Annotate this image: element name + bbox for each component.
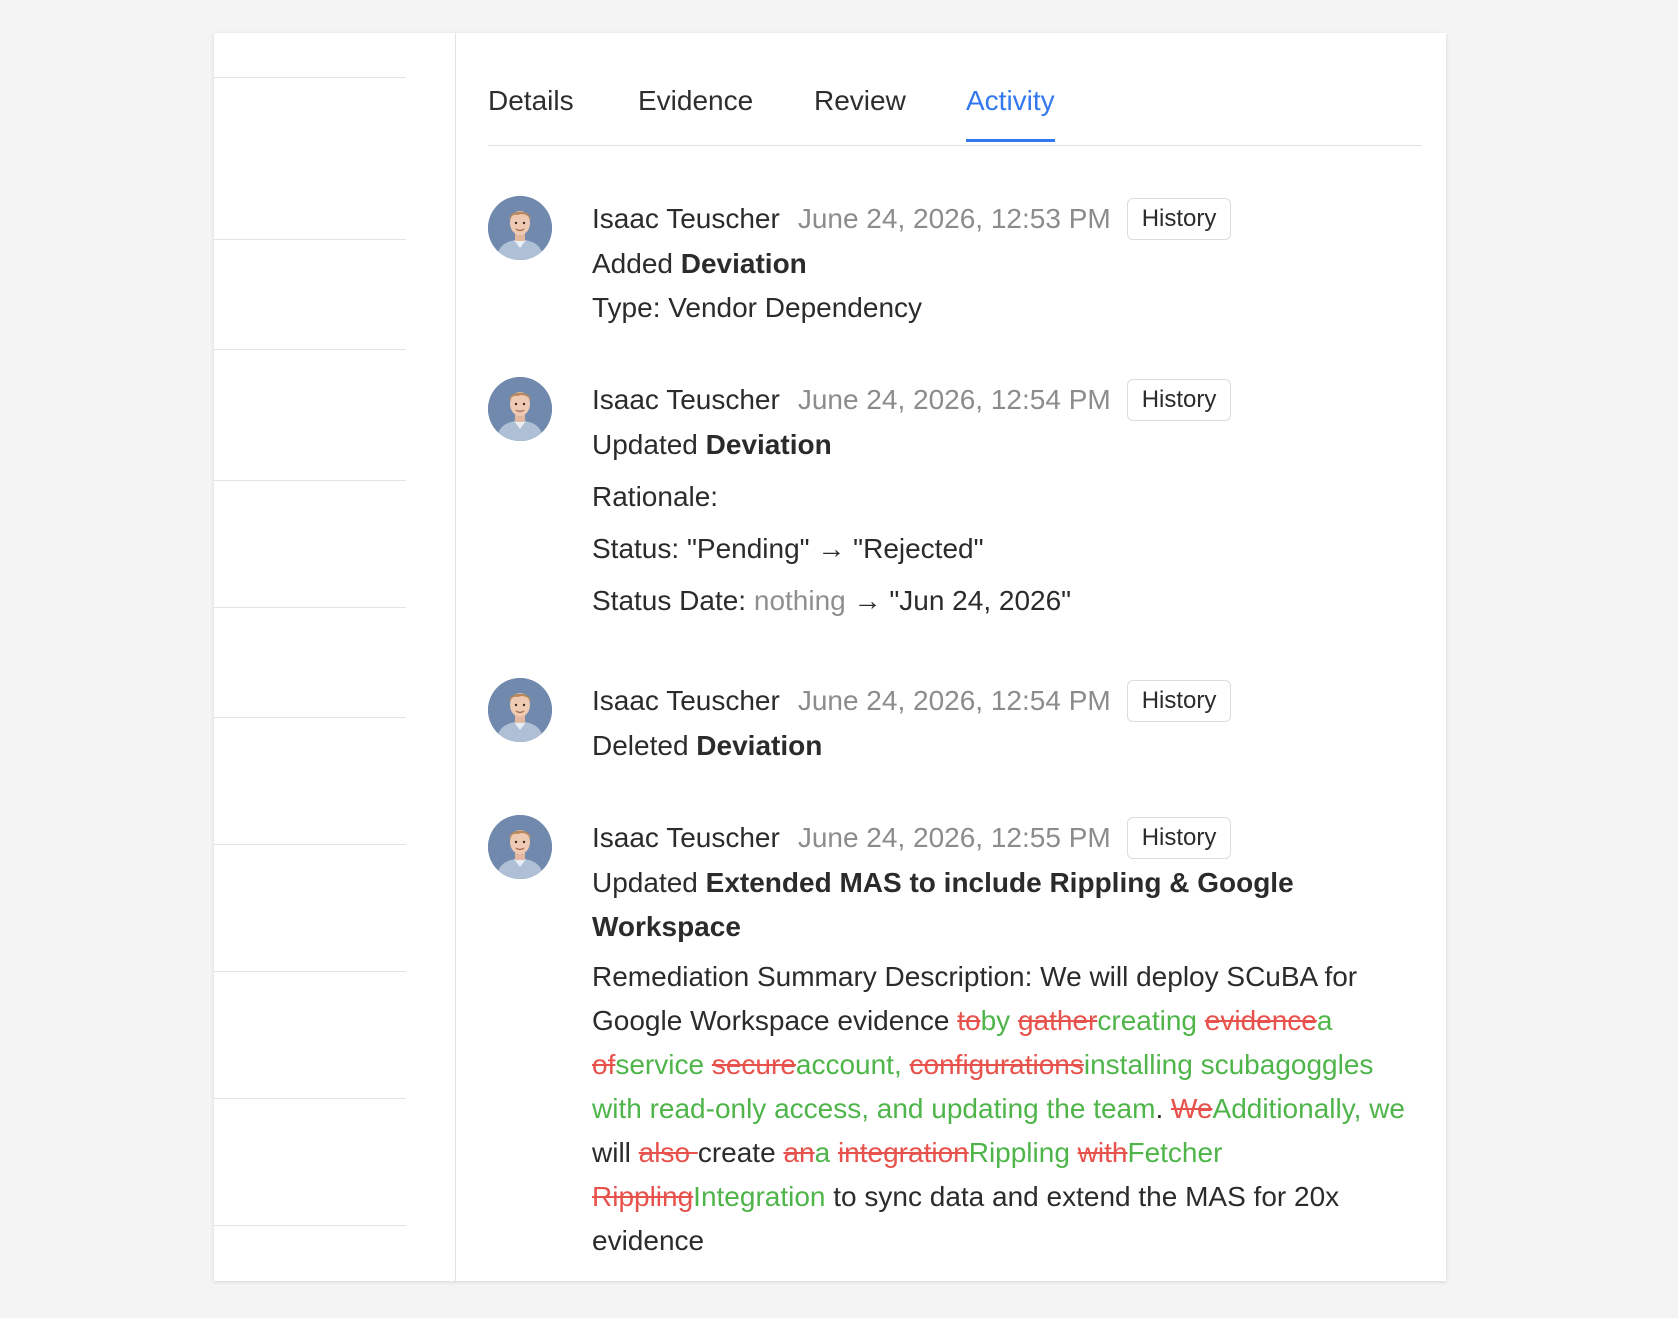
sidebar-divider bbox=[214, 717, 406, 718]
action-target: Extended MAS to include Rippling & Googl… bbox=[592, 867, 1294, 942]
old-value: "Pending" bbox=[686, 533, 810, 564]
deleted-text: configurations bbox=[909, 1049, 1084, 1080]
field-label: Remediation Summary Description: bbox=[592, 961, 1033, 992]
inserted-text: creating bbox=[1097, 1005, 1197, 1036]
diff-body: We will deploy SCuBA for Google Workspac… bbox=[592, 961, 1405, 1256]
history-button[interactable]: History bbox=[1126, 680, 1232, 722]
activity-summary: Added Deviation bbox=[592, 242, 1422, 286]
main-content: Details Evidence Review Activity Isaac T… bbox=[488, 33, 1422, 1281]
unchanged-text bbox=[1010, 1005, 1018, 1036]
deleted-text: Rippling bbox=[592, 1181, 694, 1212]
sidebar-divider bbox=[214, 844, 406, 845]
status-change: Status: "Pending" → "Rejected" bbox=[592, 527, 1422, 571]
left-sidebar bbox=[214, 33, 456, 1281]
timestamp: June 24, 2026, 12:54 PM bbox=[797, 685, 1111, 716]
deleted-text: gather bbox=[1017, 1005, 1098, 1036]
action-verb: Updated bbox=[592, 867, 698, 898]
deleted-text: We bbox=[1171, 1093, 1213, 1124]
field-label: Rationale: bbox=[592, 481, 719, 512]
field-label: Status: bbox=[592, 533, 680, 564]
action-verb: Updated bbox=[592, 429, 698, 460]
timestamp: June 24, 2026, 12:55 PM bbox=[797, 822, 1111, 853]
activity-summary: Updated Extended MAS to include Rippling… bbox=[592, 861, 1422, 949]
action-verb: Deleted bbox=[592, 730, 689, 761]
new-value: "Rejected" bbox=[853, 533, 984, 564]
activity-summary: Deleted Deviation bbox=[592, 724, 1422, 768]
avatar bbox=[488, 377, 552, 441]
arrow-icon: → bbox=[817, 533, 846, 564]
deleted-text: evidence bbox=[1204, 1005, 1317, 1036]
sidebar-divider bbox=[214, 607, 406, 608]
inserted-text: by bbox=[980, 1005, 1011, 1036]
arrow-icon: → bbox=[853, 585, 882, 616]
sidebar-divider bbox=[214, 971, 406, 972]
author-name: Isaac Teuscher bbox=[592, 384, 780, 415]
inserted-text: a bbox=[814, 1137, 831, 1168]
timestamp: June 24, 2026, 12:53 PM bbox=[797, 203, 1111, 234]
unchanged-text: will bbox=[592, 1137, 639, 1168]
history-button[interactable]: History bbox=[1126, 198, 1232, 240]
timestamp: June 24, 2026, 12:54 PM bbox=[797, 384, 1111, 415]
tab-evidence[interactable]: Evidence bbox=[638, 85, 753, 139]
activity-feed: Isaac Teuscher June 24, 2026, 12:53 PM H… bbox=[488, 146, 1422, 1281]
sidebar-divider bbox=[214, 1098, 406, 1099]
tab-activity[interactable]: Activity bbox=[966, 85, 1055, 142]
author-name: Isaac Teuscher bbox=[592, 822, 780, 853]
author-name: Isaac Teuscher bbox=[592, 685, 780, 716]
action-verb: Added bbox=[592, 248, 673, 279]
avatar bbox=[488, 196, 552, 260]
detail-line: Type: Vendor Dependency bbox=[592, 292, 923, 323]
deleted-text: with bbox=[1077, 1137, 1128, 1168]
unchanged-text bbox=[1070, 1137, 1078, 1168]
unchanged-text bbox=[902, 1049, 910, 1080]
inserted-text: Additionally, we bbox=[1212, 1093, 1405, 1124]
action-target: Deviation bbox=[705, 429, 832, 460]
action-target: Deviation bbox=[680, 248, 807, 279]
sidebar-divider bbox=[214, 349, 406, 350]
unchanged-text bbox=[830, 1137, 838, 1168]
deleted-text: to bbox=[957, 1005, 981, 1036]
author-name: Isaac Teuscher bbox=[592, 203, 780, 234]
history-button[interactable]: History bbox=[1126, 817, 1232, 859]
sidebar-divider bbox=[214, 1225, 406, 1226]
inserted-text: account, bbox=[795, 1049, 902, 1080]
deleted-text: integration bbox=[837, 1137, 969, 1168]
tab-review[interactable]: Review bbox=[814, 85, 906, 139]
deleted-text: secure bbox=[711, 1049, 796, 1080]
sidebar-divider bbox=[214, 239, 406, 240]
deleted-text: of bbox=[592, 1049, 616, 1080]
tab-bar: Details Evidence Review Activity bbox=[488, 33, 1422, 146]
inserted-text: Fetcher bbox=[1127, 1137, 1223, 1168]
sidebar-divider bbox=[214, 77, 406, 78]
unchanged-text: create bbox=[697, 1137, 784, 1168]
avatar bbox=[488, 678, 552, 742]
avatar bbox=[488, 815, 552, 879]
history-button[interactable]: History bbox=[1126, 379, 1232, 421]
sidebar-divider bbox=[214, 480, 406, 481]
tab-details[interactable]: Details bbox=[488, 85, 574, 139]
inserted-text: Rippling bbox=[968, 1137, 1070, 1168]
rationale-change: Rationale: bbox=[592, 475, 1422, 519]
inserted-text: a bbox=[1316, 1005, 1333, 1036]
inserted-text: service bbox=[615, 1049, 705, 1080]
deleted-text: an bbox=[783, 1137, 815, 1168]
unchanged-text bbox=[1197, 1005, 1205, 1036]
activity-panel: Details Evidence Review Activity Isaac T… bbox=[214, 33, 1446, 1281]
old-value: nothing bbox=[753, 585, 846, 616]
action-target: Deviation bbox=[696, 730, 823, 761]
activity-summary: Updated Deviation bbox=[592, 423, 1422, 467]
new-value: "Jun 24, 2026" bbox=[889, 585, 1072, 616]
field-label: Status Date: bbox=[592, 585, 747, 616]
inserted-text: Integration bbox=[693, 1181, 826, 1212]
unchanged-text: . bbox=[1155, 1093, 1172, 1124]
status-date-change: Status Date: nothing → "Jun 24, 2026" bbox=[592, 579, 1422, 623]
unchanged-text bbox=[704, 1049, 712, 1080]
deleted-text: also bbox=[638, 1137, 698, 1168]
description-diff: Remediation Summary Description: We will… bbox=[592, 955, 1422, 1263]
